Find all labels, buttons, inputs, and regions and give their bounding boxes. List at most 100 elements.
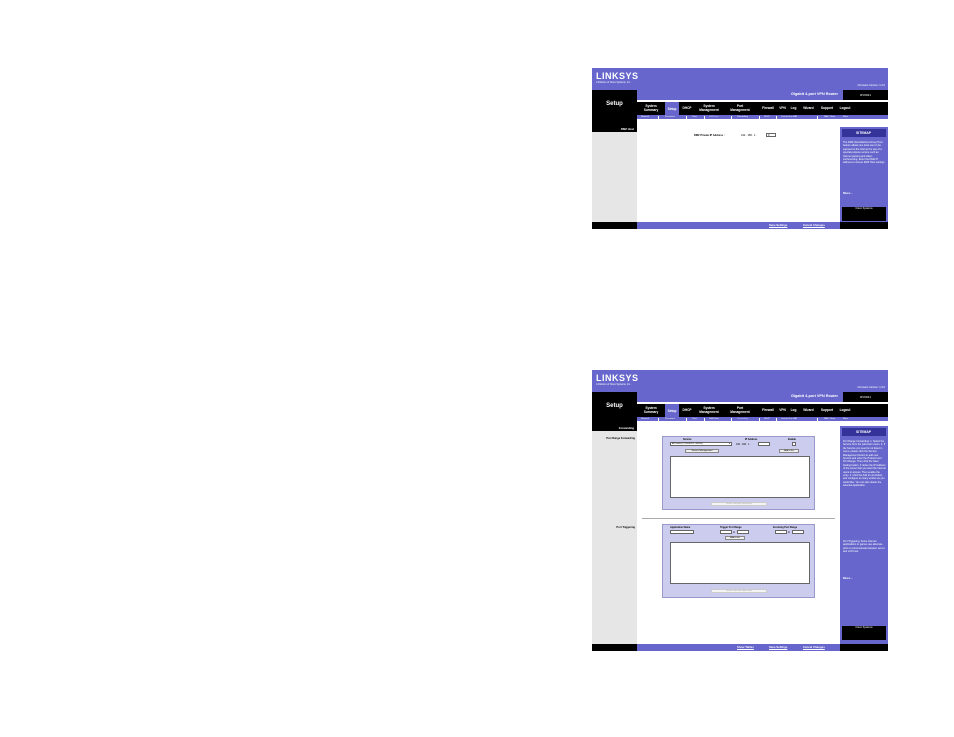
sitemap-help-text-2: Port Triggering: Some Internet applicati… <box>843 540 885 554</box>
header-bar: LINKSYS A Division of Cisco Systems, Inc… <box>592 370 888 392</box>
tab-wizard[interactable]: Wizard <box>801 404 816 417</box>
tab-wizard[interactable]: Wizard <box>801 102 816 115</box>
footer-bar: Show Tables Save Settings Cancel Changes <box>637 644 840 651</box>
save-settings-button[interactable]: Save Settings <box>769 223 787 228</box>
incoming-port-start-input[interactable] <box>775 530 787 534</box>
subtab-upnp[interactable]: UPnP <box>764 417 770 421</box>
save-settings-button[interactable]: Save Settings <box>769 645 787 650</box>
subtab-more[interactable]: More <box>843 115 848 119</box>
subtab-dmz-host[interactable]: DMZ Host <box>709 115 719 119</box>
triggering-list[interactable] <box>670 542 810 584</box>
trigger-add-to-list-button[interactable]: Add to list <box>725 536 745 540</box>
main-nav: System Summary Setup DHCP System Managem… <box>637 404 888 420</box>
tab-dhcp[interactable]: DHCP <box>681 404 693 417</box>
sitemap-help-text: Port Range Forwarding: 1. Select the Ser… <box>843 440 886 488</box>
tab-dhcp[interactable]: DHCP <box>681 102 693 115</box>
product-name: Gigabit 4-port VPN Router <box>790 92 838 96</box>
tab-port-management[interactable]: Port Management <box>727 404 753 417</box>
forwarding-list[interactable] <box>670 456 810 498</box>
tab-log[interactable]: Log <box>789 102 798 115</box>
subtab-network[interactable]: Network <box>641 417 649 421</box>
footer-bar: Save Settings Cancel Changes <box>637 222 840 229</box>
footer-left <box>592 644 637 651</box>
subtab-forwarding[interactable]: Forwarding <box>737 417 748 421</box>
cisco-logo: Cisco Systems <box>842 626 886 640</box>
sidebar-header-dmz: DMZ Host <box>592 127 637 132</box>
tab-log[interactable]: Log <box>789 404 798 417</box>
sitemap-panel: SITEMAP Port Range Forwarding: 1. Select… <box>840 426 888 644</box>
tab-system-management[interactable]: System Management <box>695 404 723 417</box>
firmware-version: Firmware Version: 1.0.0 <box>857 386 885 389</box>
logo-subtitle: A Division of Cisco Systems, Inc. <box>596 383 631 386</box>
dmz-ip-input[interactable]: 0 <box>766 133 776 137</box>
service-select-value: All Traffic [TCP&UDP/1~65535] <box>672 443 703 445</box>
tab-vpn[interactable]: VPN <box>778 102 787 115</box>
firmware-version: Firmware Version: 1.0.0 <box>857 84 885 87</box>
subtab-time[interactable]: Time <box>692 417 697 421</box>
tab-firewall[interactable]: Firewall <box>761 102 775 115</box>
subnav-separator <box>658 115 659 119</box>
tab-support[interactable]: Support <box>819 404 835 417</box>
application-name-input[interactable] <box>670 530 694 534</box>
footer-left <box>592 222 637 229</box>
sitemap-header[interactable]: SITEMAP <box>842 129 886 137</box>
sitemap-header[interactable]: SITEMAP <box>842 428 886 436</box>
section-block <box>592 392 637 429</box>
sitemap-more-link[interactable]: More... <box>843 576 853 580</box>
subnav-separator <box>731 417 732 421</box>
tab-system-summary[interactable]: System Summary <box>639 404 663 417</box>
linksys-logo: LINKSYS <box>596 71 639 81</box>
subtab-time[interactable]: Time <box>692 115 697 119</box>
footer-right <box>840 222 888 229</box>
subtab-more[interactable]: More <box>843 417 848 421</box>
trigger-port-end-input[interactable] <box>737 530 749 534</box>
trigger-to-label: to <box>733 531 735 534</box>
subtab-one-to-one-nat[interactable]: One-to-One NAT <box>781 417 797 421</box>
subtab-network[interactable]: Network <box>641 115 649 119</box>
chevron-down-icon: ▾ <box>728 443 730 445</box>
tab-logout[interactable]: Logout <box>838 404 852 417</box>
sitemap-title: SITEMAP <box>856 131 872 135</box>
port-range-forwarding-label: Port Range Forwarding <box>606 437 635 440</box>
subtab-one-to-one-nat[interactable]: One-to-One NAT <box>781 115 797 119</box>
tab-logout[interactable]: Logout <box>838 102 852 115</box>
enable-checkbox[interactable] <box>792 442 796 446</box>
sidebar-header-forwarding: Forwarding <box>592 426 637 431</box>
forward-ip-prefix: 192 . 168 . 1 . <box>736 443 751 446</box>
tab-vpn[interactable]: VPN <box>778 404 787 417</box>
incoming-port-end-input[interactable] <box>792 530 804 534</box>
tab-firewall[interactable]: Firewall <box>761 404 775 417</box>
product-name: Gigabit 4-port VPN Router <box>790 394 838 398</box>
service-select[interactable]: All Traffic [TCP&UDP/1~65535] ▾ <box>670 442 732 446</box>
dmz-ip-prefix: 192 . 168 . 1 . <box>741 134 757 137</box>
add-to-list-button[interactable]: Add to list <box>779 449 799 453</box>
section-title: Setup <box>606 101 623 107</box>
subtab-dmz-host[interactable]: DMZ Host <box>709 417 719 421</box>
subtab-password[interactable]: Password <box>665 417 675 421</box>
subtab-upnp[interactable]: UPnP <box>764 115 770 119</box>
tab-port-management[interactable]: Port Management <box>727 102 753 115</box>
subtab-password[interactable]: Password <box>665 115 675 119</box>
tab-system-management[interactable]: System Management <box>695 102 723 115</box>
forward-ip-input[interactable] <box>758 442 770 446</box>
delete-selected-button[interactable]: Delete selected application <box>711 502 767 506</box>
tab-system-summary[interactable]: System Summary <box>639 102 663 115</box>
trigger-delete-selected-button[interactable]: Delete selected application <box>711 589 767 593</box>
cancel-changes-button[interactable]: Cancel Changes <box>803 645 825 650</box>
trigger-port-start-input[interactable] <box>720 530 732 534</box>
subtab-forwarding[interactable]: Forwarding <box>737 115 748 119</box>
subtab-mac-clone[interactable]: MAC Clone <box>824 115 835 119</box>
product-bar: Gigabit 4-port VPN Router RV0041 <box>637 90 888 100</box>
sitemap-more-link[interactable]: More... <box>843 191 853 195</box>
section-block <box>592 90 637 127</box>
col-trigger-port-range: Trigger Port Range <box>720 526 742 529</box>
service-management-button[interactable]: Service Management <box>685 449 719 453</box>
cancel-changes-button[interactable]: Cancel Changes <box>803 223 825 228</box>
cisco-label: Cisco Systems <box>855 207 873 210</box>
sidebar <box>592 426 637 644</box>
tab-support[interactable]: Support <box>819 102 835 115</box>
show-tables-button[interactable]: Show Tables <box>737 645 754 650</box>
subtab-mac-clone[interactable]: MAC Clone <box>824 417 835 421</box>
logo-subtitle: A Division of Cisco Systems, Inc. <box>596 81 631 84</box>
col-enable: Enable <box>788 438 796 441</box>
